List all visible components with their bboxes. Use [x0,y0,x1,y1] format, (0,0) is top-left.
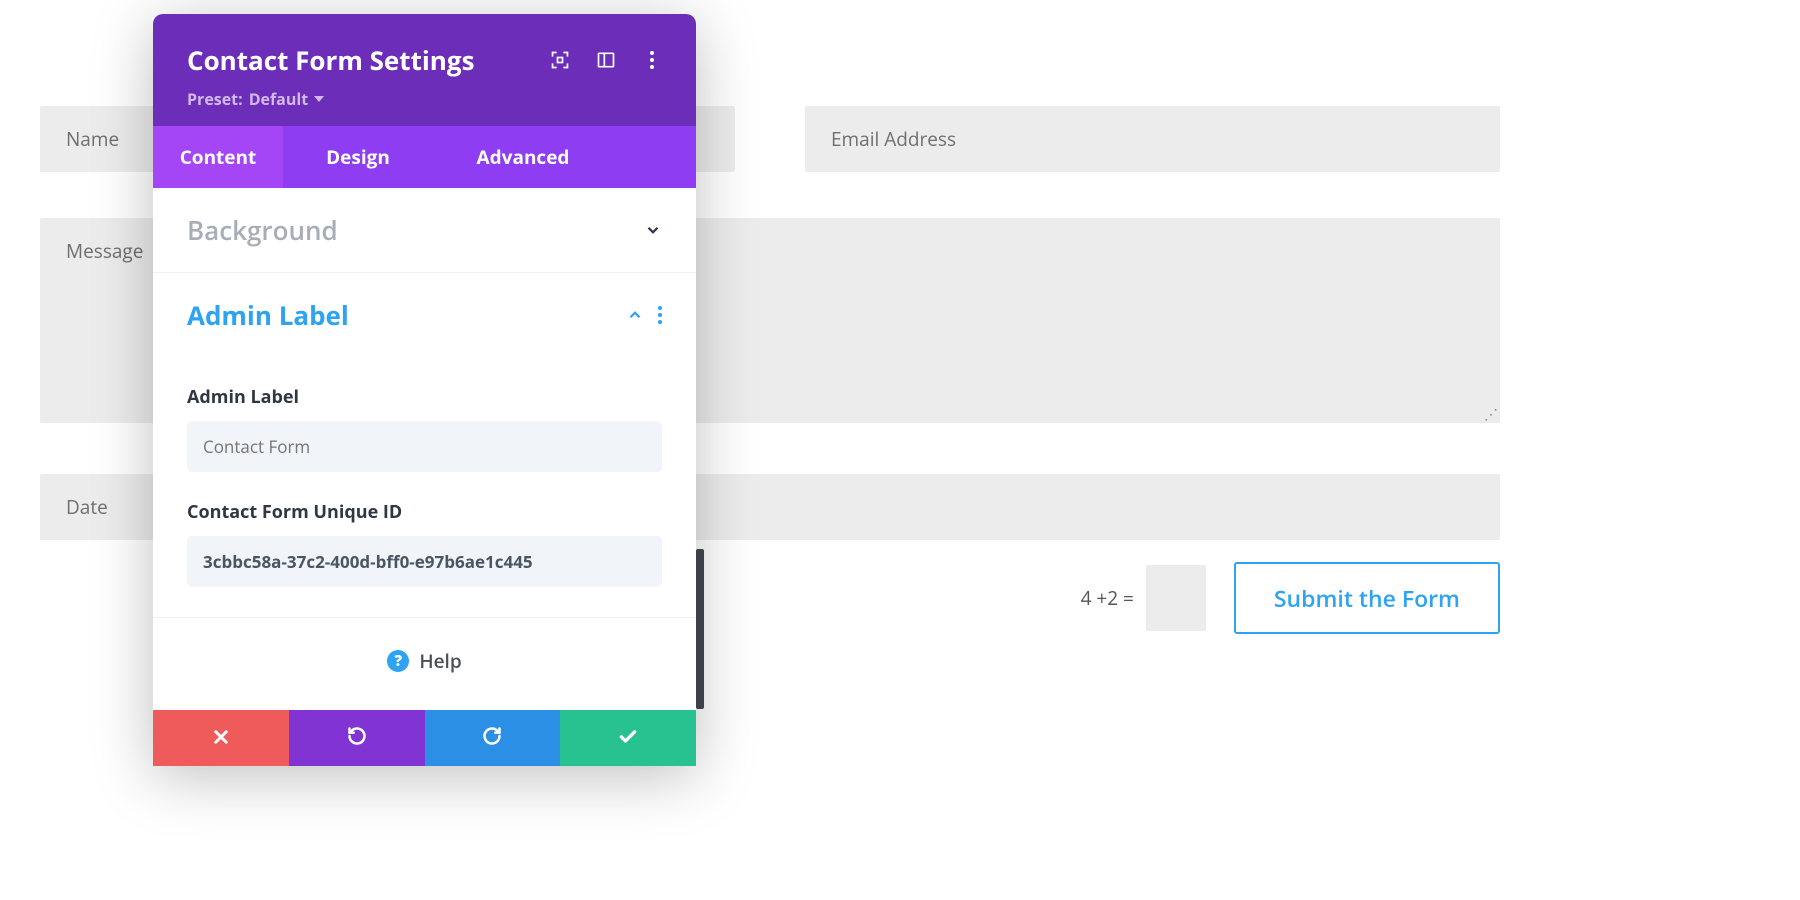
captcha-input[interactable] [1146,565,1206,631]
columns-icon[interactable] [596,50,616,70]
captcha-label: 4 +2 = [1081,585,1134,611]
panel-title-row: Contact Form Settings [187,42,662,78]
unique-id-value[interactable]: 3cbbc58a-37c2-400d-bff0-e97b6ae1c445 [187,536,662,587]
close-icon [212,725,230,752]
cancel-button[interactable] [153,710,289,766]
chevron-up-icon [626,306,644,324]
undo-button[interactable] [289,710,425,766]
captcha: 4 +2 = [1081,565,1206,631]
save-button[interactable] [560,710,696,766]
expand-icon[interactable] [550,50,570,70]
help-button[interactable]: ? Help [153,618,696,710]
section-more-icon[interactable] [658,306,662,324]
panel-header-icons [550,50,662,70]
section-background[interactable]: Background [153,188,696,273]
check-icon [618,725,638,752]
redo-icon [482,725,502,752]
tab-advanced[interactable]: Advanced [433,126,613,188]
redo-button[interactable] [425,710,561,766]
preset-prefix: Preset: [187,88,243,110]
caret-down-icon [314,96,324,102]
panel-header: Contact Form Settings Preset: Default [153,14,696,126]
section-admin-label[interactable]: Admin Label [153,273,696,357]
admin-label-field-label: Admin Label [187,385,662,409]
section-admin-label-title: Admin Label [187,297,349,333]
chevron-down-icon [644,221,662,239]
email-input[interactable] [805,106,1500,172]
admin-label-input[interactable] [187,421,662,472]
undo-icon [347,725,367,752]
submit-button[interactable]: Submit the Form [1234,562,1500,634]
help-label: Help [419,648,461,674]
panel-title: Contact Form Settings [187,42,475,78]
section-admin-label-icons [626,306,662,324]
section-background-title: Background [187,212,338,248]
preset-selector[interactable]: Preset: Default [187,88,662,110]
resize-bar[interactable] [696,549,704,709]
tab-content[interactable]: Content [153,126,283,188]
section-admin-label-content: Admin Label Contact Form Unique ID 3cbbc… [153,357,696,618]
tab-design[interactable]: Design [283,126,433,188]
help-icon: ? [387,650,409,672]
panel-actions [153,710,696,766]
settings-panel: Contact Form Settings Preset: Default Co… [153,14,696,766]
panel-body: Background Admin Label Admin Label Conta… [153,188,696,766]
more-icon[interactable] [642,50,662,70]
tabs: Content Design Advanced [153,126,696,188]
unique-id-field-label: Contact Form Unique ID [187,500,662,524]
preset-value: Default [249,88,309,110]
